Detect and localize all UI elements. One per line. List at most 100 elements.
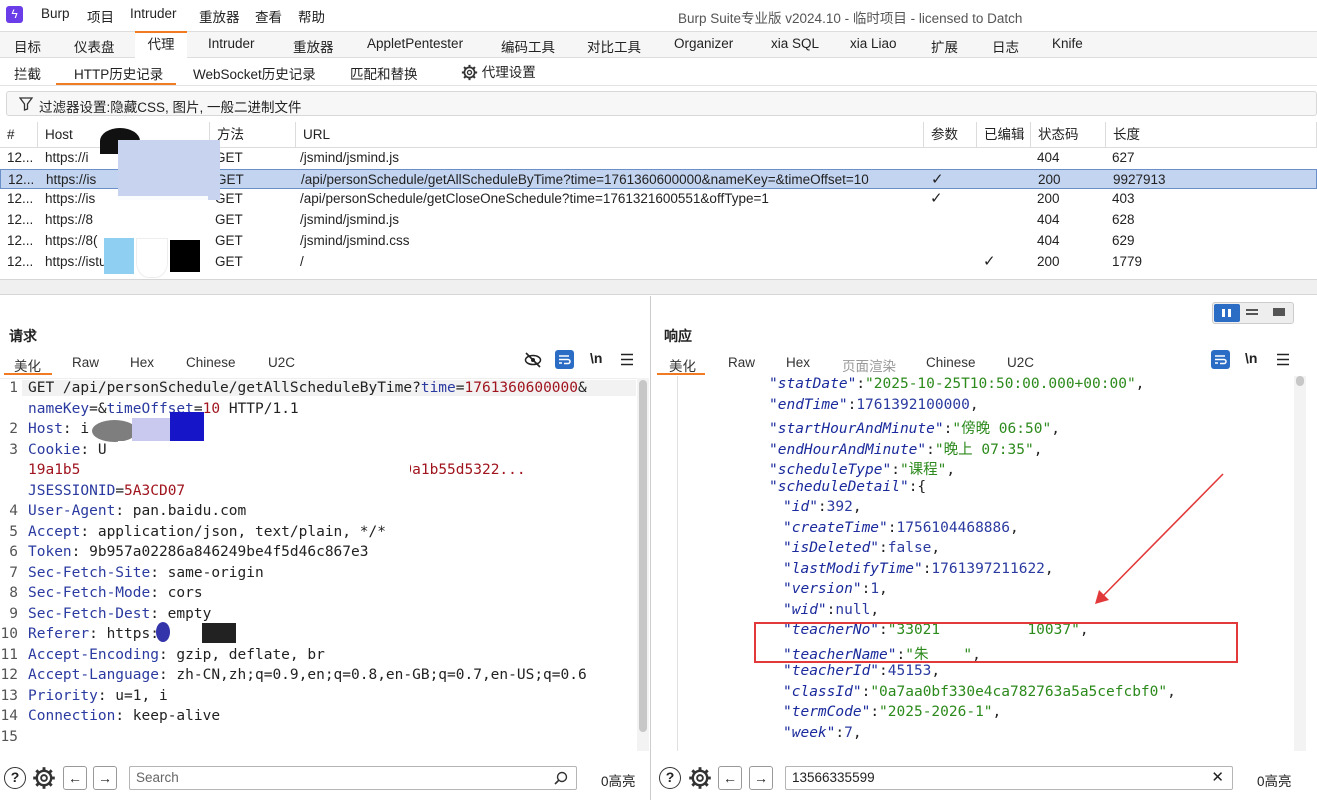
- layout-toggle: [1212, 302, 1294, 324]
- request-token: Sec-Fetch-Mode: [28, 585, 151, 601]
- json-token: "2025-10-25T10:50:00.000+00:00": [865, 376, 1136, 392]
- newline-toggle-icon[interactable]: \n: [590, 350, 602, 366]
- wrap-lines-icon[interactable]: [555, 350, 574, 369]
- json-token: 7: [844, 724, 853, 741]
- col-header-url[interactable]: URL: [296, 122, 924, 148]
- menu-view[interactable]: 查看: [255, 6, 282, 26]
- json-token: ,: [946, 462, 956, 478]
- response-search-input[interactable]: 13566335599 ✕: [785, 766, 1233, 790]
- menu-project[interactable]: 项目: [87, 6, 114, 26]
- tab-knife[interactable]: Knife: [1052, 36, 1083, 51]
- json-token: ,: [1010, 519, 1019, 536]
- tab-organizer[interactable]: Organizer: [674, 36, 733, 51]
- json-token: "lastModifyTime": [783, 560, 923, 577]
- col-header-edited[interactable]: 已编辑: [977, 122, 1031, 148]
- request-search-input[interactable]: Search: [129, 766, 577, 790]
- annotation-box: [754, 622, 1238, 663]
- tab-extensions[interactable]: 扩展: [931, 36, 958, 56]
- prev-match-button[interactable]: ←: [63, 766, 87, 790]
- json-token: :: [835, 724, 845, 741]
- tab-http-history[interactable]: HTTP历史记录: [74, 63, 163, 83]
- tab-proxy-settings[interactable]: 代理设置: [461, 61, 536, 81]
- req-tab-u2c[interactable]: U2C: [268, 355, 295, 370]
- col-header-num[interactable]: #: [0, 122, 38, 148]
- layout-stack-icon[interactable]: [1246, 309, 1258, 311]
- tab-websocket-history[interactable]: WebSocket历史记录: [193, 63, 316, 83]
- line-number: 10: [0, 626, 18, 642]
- menu-icon[interactable]: [620, 353, 634, 366]
- json-token: ,: [1051, 421, 1060, 437]
- col-header-length[interactable]: 长度: [1106, 122, 1317, 148]
- tab-logger[interactable]: 日志: [992, 36, 1019, 56]
- tab-match-replace[interactable]: 匹配和替换: [350, 63, 418, 83]
- newline-toggle-icon[interactable]: \n: [1245, 350, 1257, 366]
- next-match-button[interactable]: →: [749, 766, 773, 790]
- resp-tab-u2c[interactable]: U2C: [1007, 355, 1034, 370]
- resp-tab-chinese[interactable]: Chinese: [926, 355, 976, 370]
- prev-match-button[interactable]: ←: [718, 766, 742, 790]
- resp-tab-hex[interactable]: Hex: [786, 355, 810, 370]
- gear-icon[interactable]: [32, 766, 56, 790]
- tab-repeater[interactable]: 重放器: [293, 36, 334, 56]
- eye-off-icon[interactable]: [524, 351, 542, 369]
- tab-target[interactable]: 目标: [14, 36, 41, 56]
- clear-search-icon[interactable]: ✕: [1211, 767, 1224, 789]
- col-header-status[interactable]: 状态码: [1031, 122, 1106, 148]
- tab-xia-liao[interactable]: xia Liao: [850, 36, 897, 51]
- tab-decoder[interactable]: 编码工具: [501, 36, 555, 56]
- request-line: Host: i: [28, 421, 89, 437]
- request-scrollbar[interactable]: [637, 378, 649, 751]
- resp-tab-raw[interactable]: Raw: [728, 355, 755, 370]
- redaction-blob: [118, 196, 208, 236]
- req-tab-raw[interactable]: Raw: [72, 355, 99, 370]
- req-tab-pretty[interactable]: 美化: [14, 355, 41, 375]
- req-tab-hex[interactable]: Hex: [130, 355, 154, 370]
- menu-intruder[interactable]: Intruder: [130, 6, 177, 21]
- json-token: "week": [783, 724, 836, 741]
- response-scrollbar[interactable]: [1294, 376, 1306, 751]
- cell-status: 200: [1038, 171, 1061, 187]
- filter-bar[interactable]: 过滤器设置:隐藏CSS, 图片, 一般二进制文件: [6, 91, 1317, 116]
- tab-comparer[interactable]: 对比工具: [587, 36, 641, 56]
- cell-num: 12...: [7, 191, 34, 207]
- menu-burp[interactable]: Burp: [41, 6, 70, 21]
- help-icon[interactable]: ?: [4, 767, 26, 789]
- response-line: "scheduleDetail":{: [769, 479, 926, 495]
- horizontal-splitter[interactable]: [0, 279, 1317, 295]
- request-token: nameKey: [28, 400, 90, 417]
- json-token: 45153: [887, 663, 932, 679]
- request-token: time: [420, 380, 456, 396]
- resp-tab-render[interactable]: 页面渲染: [842, 355, 896, 375]
- tab-xia-sql[interactable]: xia SQL: [771, 36, 819, 51]
- request-token: : gzip, deflate, br: [158, 646, 325, 663]
- next-match-button[interactable]: →: [93, 766, 117, 790]
- request-token: : application/json, text/plain, */*: [80, 523, 386, 540]
- json-token: :: [887, 519, 897, 536]
- tab-dashboard[interactable]: 仪表盘: [74, 36, 115, 56]
- col-header-params[interactable]: 参数: [924, 122, 977, 148]
- menu-help[interactable]: 帮助: [298, 6, 325, 26]
- layout-split-icon[interactable]: [1214, 304, 1240, 322]
- json-token: "傍晚 06:50": [952, 421, 1052, 437]
- layout-tabs-icon[interactable]: [1273, 308, 1285, 316]
- req-tab-chinese[interactable]: Chinese: [186, 355, 236, 370]
- cell-method: GET: [215, 150, 243, 165]
- redaction-blob: [170, 240, 200, 272]
- wrap-lines-icon[interactable]: [1211, 350, 1230, 369]
- col-header-method[interactable]: 方法: [210, 122, 296, 148]
- menu-repeater[interactable]: 重放器: [199, 6, 240, 26]
- menu-icon[interactable]: [1276, 353, 1290, 366]
- response-line: "isDeleted":false,: [783, 540, 940, 556]
- req-active-tab-underline: [4, 373, 52, 375]
- tab-intruder[interactable]: Intruder: [208, 36, 255, 51]
- tab-appletpentester[interactable]: AppletPentester: [367, 36, 463, 51]
- tab-intercept[interactable]: 拦截: [14, 63, 41, 83]
- resp-tab-pretty[interactable]: 美化: [669, 355, 696, 375]
- tab-proxy[interactable]: 代理: [135, 31, 187, 58]
- cell-status: 404: [1037, 232, 1060, 248]
- vertical-splitter[interactable]: [650, 296, 651, 800]
- gear-icon[interactable]: [688, 766, 712, 790]
- request-token: Accept-Encoding: [28, 646, 159, 663]
- help-icon[interactable]: ?: [659, 767, 681, 789]
- burp-logo-icon: ϟ: [6, 6, 23, 23]
